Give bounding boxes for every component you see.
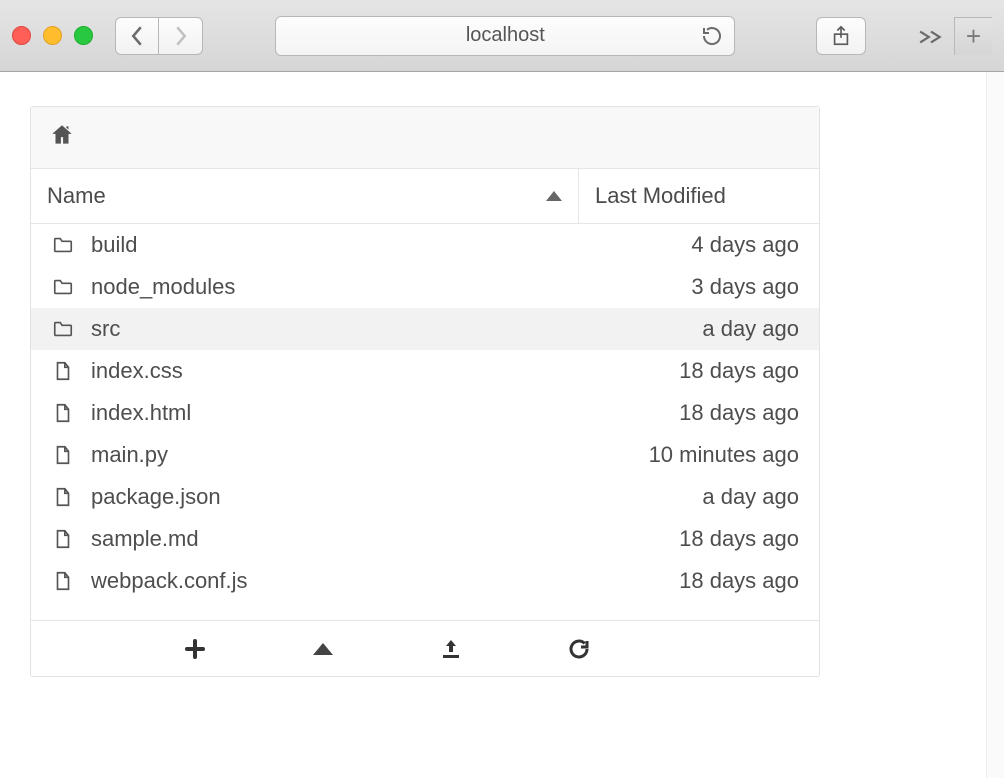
nav-back-button[interactable] — [115, 17, 159, 55]
file-name: package.json — [91, 484, 585, 510]
file-browser-panel: Name Last Modified build4 days agonode_m… — [30, 106, 820, 677]
address-text: localhost — [466, 24, 545, 47]
upload-icon — [439, 637, 463, 661]
file-icon — [49, 528, 77, 550]
file-modified: 18 days ago — [585, 526, 803, 552]
window-minimize-button[interactable] — [43, 26, 62, 45]
file-icon — [49, 402, 77, 424]
file-row[interactable]: index.css18 days ago — [31, 350, 819, 392]
vertical-scrollbar[interactable] — [986, 72, 1004, 778]
file-name: index.css — [91, 358, 585, 384]
table-header: Name Last Modified — [31, 169, 819, 224]
share-icon — [830, 25, 852, 47]
file-modified: 18 days ago — [585, 358, 803, 384]
chevron-right-icon — [174, 26, 188, 46]
file-name: src — [91, 316, 585, 342]
new-button[interactable] — [181, 635, 209, 663]
file-modified: 10 minutes ago — [585, 442, 803, 468]
reload-button[interactable] — [700, 24, 724, 48]
refresh-icon — [567, 637, 591, 661]
file-row[interactable]: build4 days ago — [31, 224, 819, 266]
nav-buttons — [115, 17, 203, 55]
file-name: build — [91, 232, 585, 258]
file-icon — [49, 486, 77, 508]
column-header-modified-label: Last Modified — [595, 183, 726, 208]
file-modified: 18 days ago — [585, 568, 803, 594]
file-name: index.html — [91, 400, 585, 426]
browser-chrome: localhost + — [0, 0, 1004, 72]
file-icon — [49, 360, 77, 382]
chevrons-right-icon — [918, 30, 944, 44]
file-name: main.py — [91, 442, 585, 468]
bottom-toolbar — [31, 620, 819, 676]
caret-up-icon — [313, 643, 333, 655]
file-row[interactable]: package.jsona day ago — [31, 476, 819, 518]
file-row[interactable]: sample.md18 days ago — [31, 518, 819, 560]
file-icon — [49, 444, 77, 466]
upload-button[interactable] — [437, 635, 465, 663]
reload-icon — [700, 24, 724, 48]
file-modified: a day ago — [585, 316, 803, 342]
file-name: node_modules — [91, 274, 585, 300]
tabs-overflow-button[interactable] — [918, 20, 948, 51]
file-name: webpack.conf.js — [91, 568, 585, 594]
file-row[interactable]: main.py10 minutes ago — [31, 434, 819, 476]
page-content: Name Last Modified build4 days agonode_m… — [0, 72, 986, 778]
file-row[interactable]: webpack.conf.js18 days ago — [31, 560, 819, 602]
nav-forward-button[interactable] — [159, 17, 203, 55]
window-controls — [12, 26, 93, 45]
file-row[interactable]: index.html18 days ago — [31, 392, 819, 434]
share-button[interactable] — [816, 17, 866, 55]
file-modified: 4 days ago — [585, 232, 803, 258]
plus-icon: + — [966, 21, 981, 52]
folder-icon — [49, 318, 77, 340]
file-modified: 3 days ago — [585, 274, 803, 300]
file-modified: 18 days ago — [585, 400, 803, 426]
folder-icon — [49, 234, 77, 256]
file-icon — [49, 570, 77, 592]
file-row[interactable]: srca day ago — [31, 308, 819, 350]
column-header-name-label: Name — [47, 183, 106, 209]
column-header-modified[interactable]: Last Modified — [579, 169, 819, 223]
window-maximize-button[interactable] — [74, 26, 93, 45]
breadcrumb-bar — [31, 107, 819, 169]
folder-icon — [49, 276, 77, 298]
refresh-button[interactable] — [565, 635, 593, 663]
new-tab-button[interactable]: + — [954, 17, 992, 55]
file-modified: a day ago — [585, 484, 803, 510]
address-bar[interactable]: localhost — [275, 16, 735, 56]
file-row[interactable]: node_modules3 days ago — [31, 266, 819, 308]
chevron-left-icon — [130, 26, 144, 46]
window-close-button[interactable] — [12, 26, 31, 45]
sort-ascending-icon — [546, 191, 562, 201]
viewport: Name Last Modified build4 days agonode_m… — [0, 72, 1004, 778]
file-list: build4 days agonode_modules3 days agosrc… — [31, 224, 819, 602]
file-name: sample.md — [91, 526, 585, 552]
move-up-button[interactable] — [309, 635, 337, 663]
column-header-name[interactable]: Name — [31, 169, 579, 223]
plus-icon — [183, 637, 207, 661]
home-icon[interactable] — [49, 122, 75, 153]
